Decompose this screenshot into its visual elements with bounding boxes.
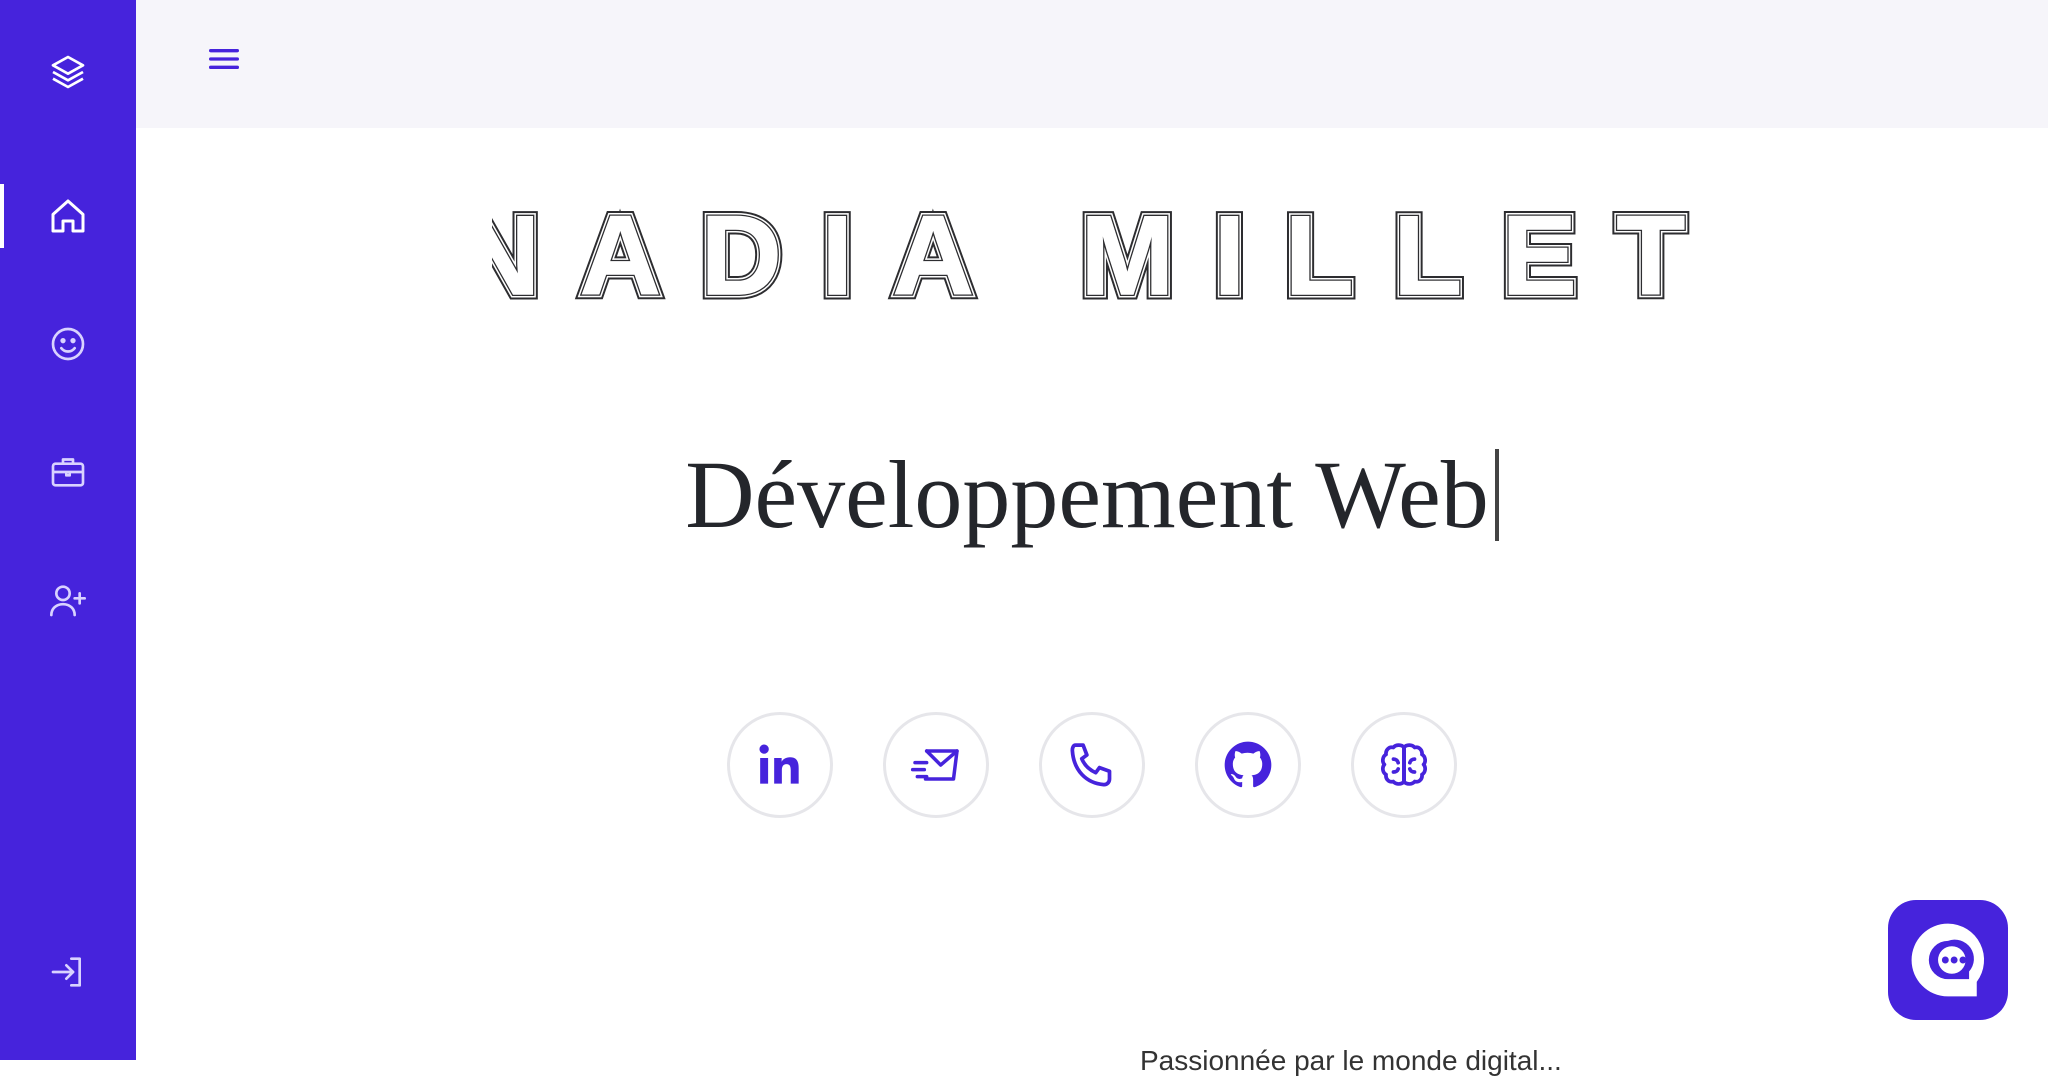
intro-paragraph: Passionnée par le monde digital... [1140, 1046, 1562, 1076]
brain-icon [1381, 743, 1427, 786]
github-button[interactable] [1195, 712, 1301, 818]
linkedin-button[interactable] [727, 712, 833, 818]
sidebar-item-work[interactable] [0, 440, 136, 504]
hero-name-logo: NADIA MILLET NADIA MILLET NADIA MILLET N… [454, 188, 1692, 324]
chat-widget-button[interactable] [1888, 900, 2008, 1020]
linkedin-icon [759, 744, 799, 784]
sidebar [0, 0, 136, 1060]
home-icon [51, 199, 85, 233]
mail-icon [910, 749, 959, 781]
top-bar [136, 0, 2048, 128]
sidebar-item-about[interactable] [0, 312, 136, 376]
sidebar-item-contact[interactable] [0, 568, 136, 632]
email-button[interactable] [883, 712, 989, 818]
svg-text:NADIA MILLET: NADIA MILLET [492, 196, 1692, 316]
hero-subtitle-text: Développement Web [685, 441, 1489, 548]
sidebar-item-login[interactable] [0, 940, 136, 1004]
social-links [136, 712, 2048, 818]
phone-icon [1070, 743, 1112, 787]
smile-icon [51, 327, 85, 361]
hero-subtitle: Développement Web [136, 430, 2048, 560]
briefcase-icon [51, 458, 85, 487]
sidebar-item-home[interactable] [0, 184, 136, 248]
hamburger-icon [209, 49, 239, 70]
hero-name: NADIA MILLET NADIA MILLET NADIA MILLET N… [136, 188, 2048, 324]
sign-in-icon [51, 957, 81, 987]
brain-button[interactable] [1351, 712, 1457, 818]
github-icon [1224, 741, 1272, 788]
layers-icon [51, 55, 85, 89]
logo-layers-icon[interactable] [0, 40, 136, 104]
typing-cursor [1494, 449, 1499, 541]
phone-button[interactable] [1039, 712, 1145, 818]
user-plus-icon [50, 585, 86, 617]
menu-toggle-button[interactable] [196, 34, 252, 84]
chat-icon [1911, 923, 1985, 997]
